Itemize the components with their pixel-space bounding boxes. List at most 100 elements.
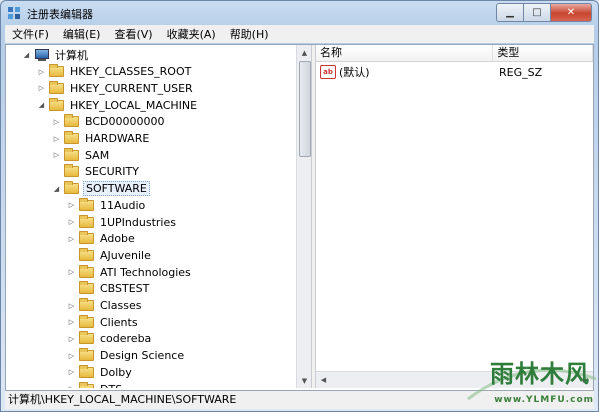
tree-node[interactable]: ▷ ATI Technologies — [67, 264, 193, 280]
folder-icon — [79, 214, 94, 228]
scroll-left-icon[interactable]: ◀ — [316, 372, 331, 388]
registry-editor-icon — [8, 7, 20, 19]
column-type[interactable]: 类型 — [493, 45, 593, 61]
tree-node[interactable]: ▷ DTS — [67, 381, 124, 388]
collapsed-arrow-icon[interactable]: ▷ — [67, 385, 76, 388]
collapsed-arrow-icon[interactable]: ▷ — [37, 84, 46, 93]
tree-node[interactable]: ▷ SAM — [52, 147, 111, 163]
menu-view[interactable]: 查看(V) — [107, 26, 159, 42]
tree-node[interactable]: ◢ HKEY_LOCAL_MACHINE — [37, 97, 199, 113]
collapsed-arrow-icon[interactable]: ▷ — [67, 368, 76, 377]
tree-node[interactable]: ▷ Design Science — [67, 348, 186, 364]
collapsed-arrow-icon[interactable]: ▷ — [67, 268, 76, 277]
registry-editor-window: 注册表编辑器 ▁ □ ✕ 文件(F) 编辑(E) 查看(V) 收藏夹(A) 帮助… — [0, 0, 599, 412]
tree-node[interactable]: ▷ codereba — [67, 331, 153, 347]
tree-node[interactable]: ▷ HARDWARE — [52, 131, 151, 147]
folder-icon — [64, 181, 79, 195]
collapsed-arrow-icon[interactable]: ▷ — [67, 351, 76, 360]
collapsed-arrow-icon[interactable]: ▷ — [67, 234, 76, 243]
title-bar[interactable]: 注册表编辑器 ▁ □ ✕ — [1, 1, 598, 25]
minimize-button[interactable]: ▁ — [496, 3, 524, 22]
tree-node-label: DTS — [98, 383, 124, 389]
folder-icon — [79, 381, 94, 388]
tree-node[interactable]: CBSTEST — [67, 281, 151, 297]
menu-favorites[interactable]: 收藏夹(A) — [160, 26, 223, 42]
tree-node[interactable]: ▷ 1UPIndustries — [67, 214, 178, 230]
tree-node-label: HKEY_LOCAL_MACHINE — [70, 98, 198, 112]
close-button[interactable]: ✕ — [550, 3, 592, 22]
tree-node[interactable]: ▷ Dolby — [67, 364, 134, 380]
tree-node-label: SECURITY — [85, 165, 139, 179]
menu-edit[interactable]: 编辑(E) — [56, 26, 108, 42]
tree-node[interactable]: ▷ Adobe — [67, 231, 137, 247]
maximize-button[interactable]: □ — [523, 3, 551, 22]
collapsed-arrow-icon[interactable]: ▷ — [67, 201, 76, 210]
tree-node[interactable]: ▷ 11Audio — [67, 197, 147, 213]
tree-node-label: Design Science — [100, 349, 185, 363]
value-name: (默认) — [339, 66, 370, 79]
tree-node-label: 计算机 — [55, 49, 88, 62]
folder-icon — [79, 197, 94, 211]
tree-node-label: AJuvenile — [100, 248, 151, 262]
menu-file[interactable]: 文件(F) — [5, 26, 56, 42]
no-expander — [67, 284, 76, 293]
tree-node[interactable]: ▷ Classes — [67, 298, 143, 314]
computer-icon — [34, 49, 49, 61]
tree-node[interactable]: ◢ 计算机 — [22, 47, 90, 63]
tree-node[interactable]: ◢ SOFTWARE — [52, 181, 150, 197]
folder-icon — [79, 364, 94, 378]
tree-node-label: codereba — [100, 332, 152, 346]
collapsed-arrow-icon[interactable]: ▷ — [67, 218, 76, 227]
tree-node-label: Clients — [100, 315, 138, 329]
tree-node-label: SOFTWARE — [83, 181, 150, 197]
collapsed-arrow-icon[interactable]: ▷ — [52, 117, 61, 126]
tree-node[interactable]: ▷ HKEY_CLASSES_ROOT — [37, 64, 193, 80]
expanded-arrow-icon[interactable]: ◢ — [22, 51, 31, 60]
folder-icon — [64, 114, 79, 128]
tree-node[interactable]: SECURITY — [52, 164, 141, 180]
string-value-icon: ab — [320, 65, 336, 79]
column-name[interactable]: 名称 — [316, 45, 494, 61]
folder-icon — [64, 131, 79, 144]
tree-node-label: 11Audio — [100, 198, 146, 212]
values-list[interactable]: 名称 类型 ab (默认) REG_SZ ◀ ▶ — [316, 45, 593, 388]
registry-tree[interactable]: ◢ 计算机 ▷ HKEY_CLASSES_ROOT ▷ HKEY_CURRENT_USER… — [6, 45, 296, 388]
collapsed-arrow-icon[interactable]: ▷ — [52, 151, 61, 160]
scroll-up-icon[interactable]: ▲ — [297, 45, 312, 60]
watermark-url: www.YLMFU.com — [494, 395, 594, 405]
expanded-arrow-icon[interactable]: ◢ — [52, 184, 61, 193]
scroll-down-icon[interactable]: ▼ — [297, 373, 312, 388]
tree-node-label: BCD00000000 — [85, 115, 165, 129]
tree-node-label: HARDWARE — [85, 132, 150, 145]
tree-node[interactable]: ▷ BCD00000000 — [52, 114, 167, 130]
scroll-thumb[interactable] — [299, 61, 311, 157]
watermark-text: 雨林木风 — [490, 360, 590, 388]
collapsed-arrow-icon[interactable]: ▷ — [52, 134, 61, 143]
tree-node-label: HKEY_CURRENT_USER — [70, 81, 193, 95]
tree-vertical-scrollbar[interactable]: ▲ ▼ — [296, 45, 312, 388]
folder-icon — [79, 264, 94, 278]
tree-node[interactable]: AJuvenile — [67, 247, 153, 263]
collapsed-arrow-icon[interactable]: ▷ — [67, 334, 76, 343]
watermark-logo: 雨林木风 www.YLMFU.com — [458, 349, 598, 411]
folder-icon — [79, 348, 94, 362]
collapsed-arrow-icon[interactable]: ▷ — [37, 67, 46, 76]
expanded-arrow-icon[interactable]: ◢ — [37, 101, 46, 110]
tree-node-label: ATI Technologies — [100, 265, 191, 279]
folder-icon — [79, 231, 94, 245]
tree-node[interactable]: ▷ HKEY_CURRENT_USER — [37, 80, 195, 96]
window-title: 注册表编辑器 — [27, 8, 93, 21]
no-expander — [52, 167, 61, 176]
no-expander — [67, 251, 76, 260]
tree-node-label: Dolby — [100, 365, 132, 379]
folder-icon — [49, 97, 64, 111]
folder-icon — [64, 164, 79, 178]
list-header: 名称 类型 — [316, 45, 593, 62]
collapsed-arrow-icon[interactable]: ▷ — [67, 301, 76, 310]
folder-icon — [49, 80, 64, 94]
folder-icon — [79, 281, 94, 295]
menu-help[interactable]: 帮助(H) — [223, 26, 276, 42]
list-item[interactable]: ab (默认) REG_SZ — [316, 64, 542, 80]
tree-node[interactable]: ▷ Clients — [67, 314, 140, 330]
collapsed-arrow-icon[interactable]: ▷ — [67, 318, 76, 327]
